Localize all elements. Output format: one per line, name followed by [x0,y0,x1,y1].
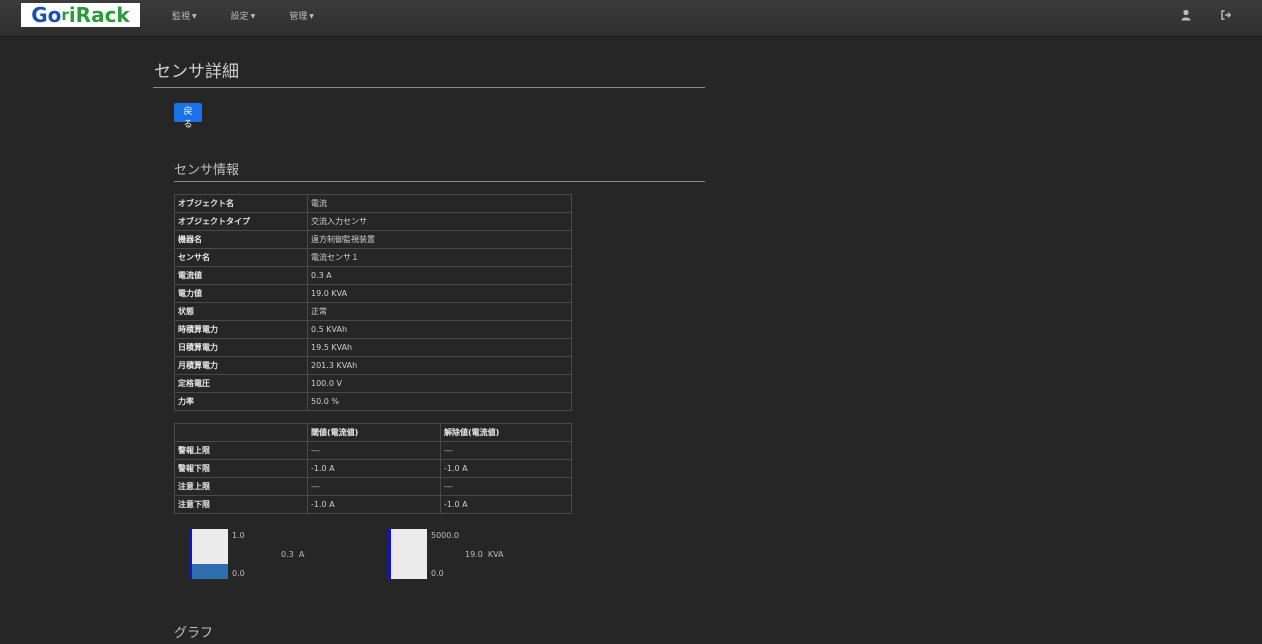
current-gauge-max: 1.0 [232,531,245,540]
threshold-header-blank [174,423,308,442]
sensor-info-key: 電流値 [174,266,308,285]
sensor-info-row: 時積算電力 0.5 KVAh [174,320,572,339]
top-navbar: Go r iRack 監視 ▼ 設定 ▼ 管理 ▼ [0,0,1262,37]
sensor-info-row: オブジェクトタイプ 交流入力センサ [174,212,572,231]
nav-menu: 監視 ▼ 設定 ▼ 管理 ▼ [172,9,348,22]
sensor-info-key: オブジェクト名 [174,194,308,213]
caret-down-icon: ▼ [250,13,256,20]
threshold-key: 警報上限 [174,441,308,460]
nav-menu-monitor-label: 監視 [172,12,191,22]
threshold-header-threshold: 閾値(電流値) [307,423,441,442]
sensor-info-value: 0.5 KVAh [307,320,572,339]
sensor-info-value: 0.3 A [307,266,572,285]
sensor-info-value: 交流入力センサ [307,212,572,231]
back-button[interactable]: 戻る [174,103,202,130]
threshold-value: -1.0 A [307,459,441,478]
brand-logo[interactable]: Go r iRack [21,3,140,27]
sensor-info-key: 定格電圧 [174,374,308,393]
sensor-info-value: 遠方制御監視装置 [307,230,572,249]
current-gauge-min: 0.0 [232,569,245,578]
release-value: -1.0 A [440,459,572,478]
logout-icon[interactable] [1220,9,1232,21]
nav-menu-admin-label: 管理 [289,12,308,22]
nav-right-icons [1180,9,1232,21]
graph-heading: グラフ [174,626,214,641]
sensor-info-key: センサ名 [174,248,308,267]
sensor-info-row: 日積算電力 19.5 KVAh [174,338,572,357]
release-value: --- [440,477,572,496]
page-title: センサ詳細 [153,58,705,88]
caret-down-icon: ▼ [192,13,197,20]
threshold-header-release: 解除値(電流値) [440,423,572,442]
nav-menu-monitor[interactable]: 監視 ▼ [172,9,197,22]
sensor-info-key: 力率 [174,392,308,411]
threshold-value: --- [307,441,441,460]
sensor-info-value: 201.3 KVAh [307,356,572,375]
threshold-key: 注意上限 [174,477,308,496]
sensor-info-key: オブジェクトタイプ [174,212,308,231]
sensor-info-value: 50.0 % [307,392,572,411]
sensor-info-row: 状態 正常 [174,302,572,321]
sensor-info-value: 100.0 V [307,374,572,393]
nav-menu-admin[interactable]: 管理 ▼ [289,9,314,22]
sensor-info-row: 機器名 遠方制御監視装置 [174,230,572,249]
power-gauge-max: 5000.0 [431,531,459,540]
threshold-header-row: 閾値(電流値) 解除値(電流値) [174,423,572,442]
sensor-info-value: 19.0 KVA [307,284,572,303]
nav-menu-settings[interactable]: 設定 ▼ [231,9,256,22]
sensor-info-key: 日積算電力 [174,338,308,357]
threshold-value: --- [307,477,441,496]
sensor-info-value: 正常 [307,302,572,321]
sensor-info-row: オブジェクト名 電流 [174,194,572,213]
threshold-table: 閾値(電流値) 解除値(電流値) 警報上限 --- --- 警報下限 -1.0 A -1.… [174,423,572,514]
sensor-info-value: 電流センサ１ [307,248,572,267]
current-gauge-fill [192,564,228,579]
sensor-info-row: 電力値 19.0 KVA [174,284,572,303]
logo-text-b: r [61,6,69,24]
sensor-info-row: 力率 50.0 % [174,392,572,411]
user-icon[interactable] [1180,9,1192,21]
sensor-info-key: 時積算電力 [174,320,308,339]
power-gauge-bar [388,529,427,579]
logo-text-a: Go [31,3,62,27]
threshold-row: 警報下限 -1.0 A -1.0 A [174,459,572,478]
release-value: -1.0 A [440,495,572,514]
threshold-value: -1.0 A [307,495,441,514]
current-gauge-value: 0.3 A [281,550,305,559]
sensor-info-key: 機器名 [174,230,308,249]
release-value: --- [440,441,572,460]
logo-text-c: iRack [68,3,130,27]
power-gauge-min: 0.0 [431,569,444,578]
threshold-key: 警報下限 [174,459,308,478]
sensor-info-value: 電流 [307,194,572,213]
caret-down-icon: ▼ [309,13,314,20]
sensor-info-row: 月積算電力 201.3 KVAh [174,356,572,375]
current-gauge-bar [189,529,228,579]
threshold-row: 注意上限 --- --- [174,477,572,496]
sensor-info-heading: センサ情報 [174,159,705,182]
threshold-row: 警報上限 --- --- [174,441,572,460]
threshold-key: 注意下限 [174,495,308,514]
sensor-info-value: 19.5 KVAh [307,338,572,357]
sensor-info-table: オブジェクト名 電流 オブジェクトタイプ 交流入力センサ 機器名 遠方制御監視装置 センサ名… [174,194,572,411]
sensor-info-row: 定格電圧 100.0 V [174,374,572,393]
sensor-info-row: 電流値 0.3 A [174,266,572,285]
sensor-info-key: 状態 [174,302,308,321]
power-gauge-value: 19.0 KVA [465,550,504,559]
sensor-info-row: センサ名 電流センサ１ [174,248,572,267]
nav-menu-settings-label: 設定 [230,12,249,22]
sensor-info-key: 月積算電力 [174,356,308,375]
sensor-info-key: 電力値 [174,284,308,303]
threshold-row: 注意下限 -1.0 A -1.0 A [174,495,572,514]
